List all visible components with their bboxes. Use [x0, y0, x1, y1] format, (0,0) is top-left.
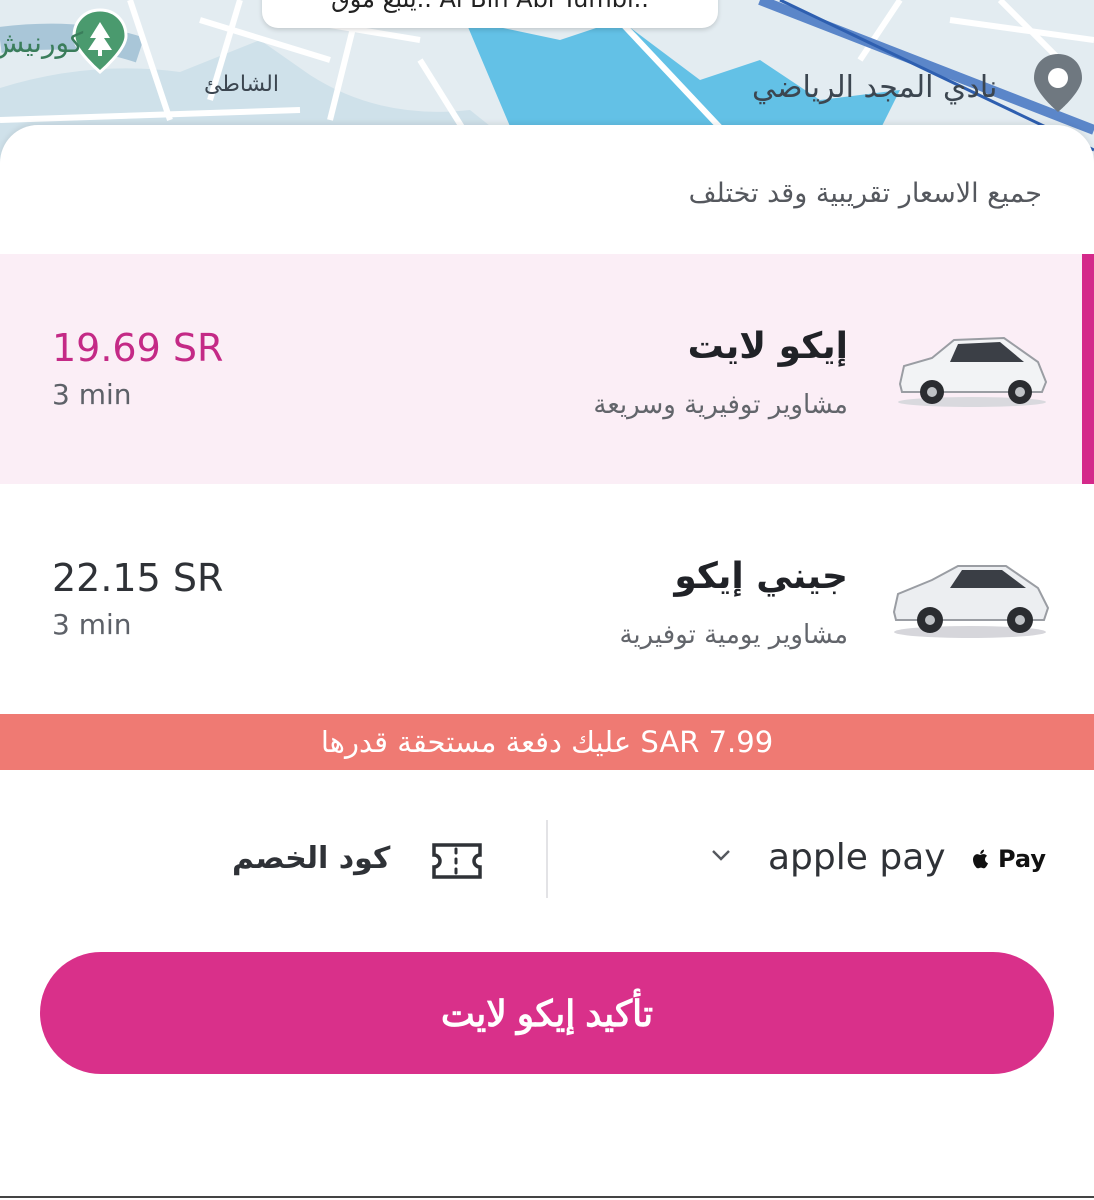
ride-eta: 3 min	[52, 608, 132, 641]
confirm-ride-button[interactable]: تأكيد إيكو لايت	[40, 952, 1054, 1074]
bottom-edge-line	[0, 1196, 1094, 1198]
discount-code-label: كود الخصم	[232, 841, 391, 876]
map-label-club: نادي المجد الرياضي	[752, 70, 998, 105]
map-label-district: الشاطئ	[204, 72, 279, 97]
ride-description: مشاوير توفيرية وسريعة	[593, 390, 848, 420]
price-disclaimer: جميع الاسعار تقريبية وقد تختلف	[688, 178, 1042, 209]
ride-name: إيكو لايت	[687, 326, 848, 367]
ride-price: 22.15 SR	[52, 556, 224, 600]
ride-price: 19.69 SR	[52, 326, 224, 370]
apple-pay-badge-text: Pay	[997, 845, 1046, 873]
map-top-card[interactable]: يتبع موق.. Al Bin Abi Tumbi..	[262, 0, 718, 28]
car-hatchback-icon	[892, 332, 1052, 412]
apple-pay-badge: Pay	[972, 845, 1046, 873]
ride-description: مشاوير يومية توفيرية	[619, 620, 848, 650]
outstanding-payment-banner[interactable]: عليك دفعة مستحقة قدرها SAR 7.99	[0, 714, 1094, 770]
selected-indicator	[1082, 254, 1094, 484]
payment-method-selector[interactable]: apple pay	[706, 833, 956, 889]
car-sedan-icon	[888, 556, 1052, 644]
map-label-corniche: كورنيش	[0, 26, 84, 59]
apple-logo-icon	[972, 849, 988, 869]
location-pin-icon[interactable]	[1030, 52, 1086, 114]
payment-divider	[546, 820, 548, 898]
ride-eta: 3 min	[52, 378, 132, 411]
discount-code-button[interactable]: كود الخصم	[226, 831, 488, 891]
chevron-down-icon	[710, 847, 732, 866]
ride-option-genie-eco[interactable]: 22.15 SR 3 min جيني إيكو مشاوير يومية تو…	[0, 484, 1094, 714]
payment-method-label: apple pay	[768, 837, 946, 878]
ride-name: جيني إيكو	[674, 556, 848, 597]
ride-option-eco-lite[interactable]: 19.69 SR 3 min إيكو لايت مشاوير توفيرية …	[0, 254, 1094, 484]
ticket-icon	[430, 839, 484, 887]
